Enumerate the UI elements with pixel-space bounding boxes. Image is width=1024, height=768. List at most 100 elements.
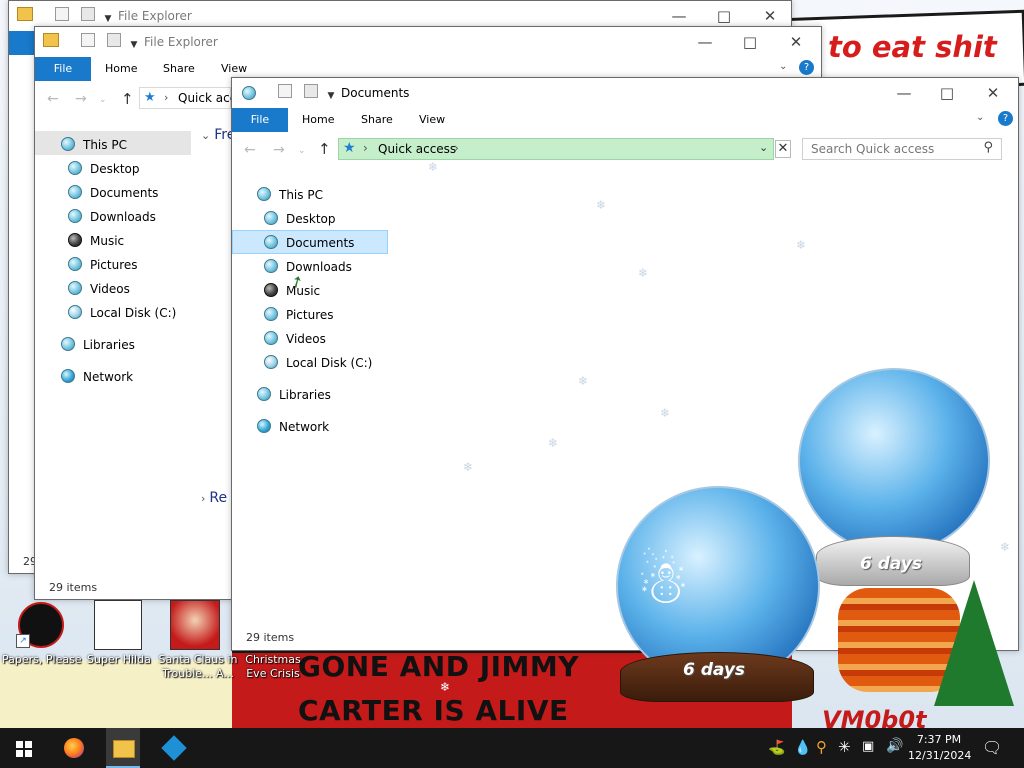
app-taskbar-button[interactable] bbox=[161, 735, 187, 761]
maximize-button[interactable]: □ bbox=[714, 7, 734, 25]
tab-file[interactable]: File bbox=[35, 57, 91, 81]
address-bar[interactable]: ★ › Quick acc bbox=[139, 87, 236, 109]
address-dropdown-icon[interactable]: ⌄ bbox=[759, 141, 768, 154]
tree-item-this-pc[interactable]: This PC bbox=[257, 187, 323, 202]
tree-item-libraries[interactable]: Libraries bbox=[257, 387, 331, 402]
tab-home[interactable]: Home bbox=[302, 113, 334, 126]
firefox-taskbar-button[interactable] bbox=[62, 736, 86, 760]
section-recent-files[interactable]: › Re bbox=[201, 490, 227, 506]
file-explorer-taskbar-button[interactable] bbox=[112, 736, 136, 760]
close-button[interactable]: ✕ bbox=[983, 84, 1003, 102]
music-folder-icon bbox=[264, 283, 278, 297]
documents-folder-icon bbox=[264, 235, 278, 249]
tree-item-downloads[interactable]: Downloads bbox=[68, 209, 156, 224]
quick-access-toolbar[interactable]: ▼ bbox=[242, 84, 334, 101]
titlebar[interactable]: ▼ Documents — □ ✕ bbox=[232, 78, 1018, 108]
search-input[interactable]: Search Quick access ⚲ bbox=[802, 138, 1002, 160]
forward-arrow-icon[interactable]: → bbox=[75, 91, 87, 107]
network-status-icon[interactable]: ▣ bbox=[862, 739, 874, 754]
tree-item-documents[interactable]: Documents bbox=[264, 235, 354, 250]
tree-item-libraries[interactable]: Libraries bbox=[61, 337, 135, 352]
tree-item-downloads[interactable]: Downloads bbox=[264, 259, 352, 274]
desktop-icon-label[interactable]: Papers, Please bbox=[2, 653, 82, 666]
window-title: File Explorer bbox=[144, 35, 218, 49]
tree-item-pictures[interactable]: Pictures bbox=[264, 307, 334, 322]
desktop-icon-label[interactable]: Super Hilda bbox=[87, 653, 151, 666]
minimize-button[interactable]: — bbox=[669, 7, 689, 25]
properties-icon[interactable] bbox=[80, 33, 95, 47]
new-folder-icon[interactable] bbox=[303, 84, 318, 98]
tree-item-videos[interactable]: Videos bbox=[264, 331, 326, 346]
snow-globe-countdown-label: 6 days bbox=[682, 660, 746, 680]
up-arrow-icon[interactable]: ↑ bbox=[121, 90, 134, 108]
desktop-folder-icon bbox=[264, 211, 278, 225]
chevron-down-icon[interactable]: ▼ bbox=[327, 91, 334, 101]
snowflake-icon: ❄ bbox=[796, 238, 807, 252]
search-placeholder: Search Quick access bbox=[811, 142, 935, 156]
close-button[interactable]: ✕ bbox=[760, 7, 780, 25]
minimize-button[interactable]: — bbox=[695, 33, 715, 51]
tree-item-music[interactable]: Music bbox=[68, 233, 124, 248]
help-icon[interactable]: ? bbox=[799, 60, 814, 75]
snowflake-icon: ❄ bbox=[440, 680, 451, 694]
back-arrow-icon[interactable]: ← bbox=[244, 142, 256, 158]
tray-app-icon[interactable]: ⛳ bbox=[768, 740, 785, 756]
new-folder-icon[interactable] bbox=[80, 7, 95, 21]
tree-item-documents[interactable]: Documents bbox=[68, 185, 158, 200]
address-bar[interactable]: ★ › Quick access › ⌄ bbox=[338, 138, 774, 160]
quick-access-toolbar[interactable]: ▼ bbox=[17, 7, 111, 24]
tree-item-videos[interactable]: Videos bbox=[68, 281, 130, 296]
tree-item-desktop[interactable]: Desktop bbox=[68, 161, 140, 176]
chevron-down-icon[interactable]: ⌄ bbox=[99, 95, 107, 105]
snowflake-icon: ❄ bbox=[428, 160, 439, 174]
tree-item-this-pc[interactable]: This PC bbox=[61, 137, 127, 152]
desktop-icon-papers-please[interactable]: ↗ bbox=[16, 602, 76, 650]
chevron-down-icon[interactable]: ▼ bbox=[104, 14, 111, 24]
tab-share[interactable]: Share bbox=[361, 113, 393, 126]
desktop-icon-santa-claus[interactable] bbox=[168, 600, 228, 650]
tree-item-network[interactable]: Network bbox=[61, 369, 133, 384]
clock-time[interactable]: 7:37 PM bbox=[908, 733, 970, 746]
minimize-button[interactable]: — bbox=[894, 84, 914, 102]
new-folder-icon[interactable] bbox=[106, 33, 121, 47]
libraries-icon bbox=[257, 387, 271, 401]
chevron-down-icon[interactable]: ▼ bbox=[130, 40, 137, 50]
pictures-folder-icon bbox=[264, 307, 278, 321]
up-arrow-icon[interactable]: ↑ bbox=[318, 140, 331, 158]
tab-share[interactable]: Share bbox=[163, 62, 195, 75]
tray-droplet-icon[interactable]: 💧 bbox=[794, 740, 811, 756]
volume-icon[interactable]: 🔊 bbox=[886, 738, 903, 754]
help-icon[interactable]: ? bbox=[998, 111, 1013, 126]
tree-item-pictures[interactable]: Pictures bbox=[68, 257, 138, 272]
titlebar[interactable]: ▼ File Explorer — □ ✕ bbox=[35, 27, 821, 57]
clock-date[interactable]: 12/31/2024 bbox=[908, 749, 971, 762]
quick-access-toolbar[interactable]: ▼ bbox=[43, 33, 137, 50]
tray-brightness-icon[interactable]: ✳ bbox=[838, 738, 851, 756]
desktop-icon-label[interactable]: Christmas Eve Crisis bbox=[234, 653, 312, 681]
properties-icon[interactable] bbox=[277, 84, 292, 98]
start-button[interactable] bbox=[12, 737, 36, 761]
tab-file[interactable]: File bbox=[232, 108, 288, 132]
properties-icon[interactable] bbox=[54, 7, 69, 21]
desktop-icon-label[interactable]: Santa Claus in Trouble... A... bbox=[158, 653, 238, 681]
chevron-down-icon[interactable]: ⌄ bbox=[779, 61, 787, 72]
tab-view[interactable]: View bbox=[419, 113, 445, 126]
tree-item-local-disk[interactable]: Local Disk (C:) bbox=[264, 355, 372, 370]
clear-address-button[interactable]: ✕ bbox=[775, 140, 791, 158]
forward-arrow-icon[interactable]: → bbox=[273, 142, 285, 158]
notification-center-icon[interactable]: 🗨 bbox=[982, 738, 1002, 757]
maximize-button[interactable]: □ bbox=[740, 33, 760, 51]
breadcrumb-separator-icon: › bbox=[164, 91, 169, 104]
back-arrow-icon[interactable]: ← bbox=[47, 91, 59, 107]
tree-item-network[interactable]: Network bbox=[257, 419, 329, 434]
desktop-icon-super-hilda[interactable] bbox=[90, 600, 150, 650]
tree-item-local-disk[interactable]: Local Disk (C:) bbox=[68, 305, 176, 320]
close-button[interactable]: ✕ bbox=[786, 33, 806, 51]
tab-view[interactable]: View bbox=[221, 62, 247, 75]
recent-locations-chevron-icon[interactable]: ⌄ bbox=[298, 146, 306, 156]
maximize-button[interactable]: □ bbox=[937, 84, 957, 102]
tab-home[interactable]: Home bbox=[105, 62, 137, 75]
tray-search-icon[interactable]: ⚲ bbox=[816, 738, 827, 756]
tree-item-desktop[interactable]: Desktop bbox=[264, 211, 336, 226]
chevron-down-icon[interactable]: ⌄ bbox=[976, 112, 984, 123]
